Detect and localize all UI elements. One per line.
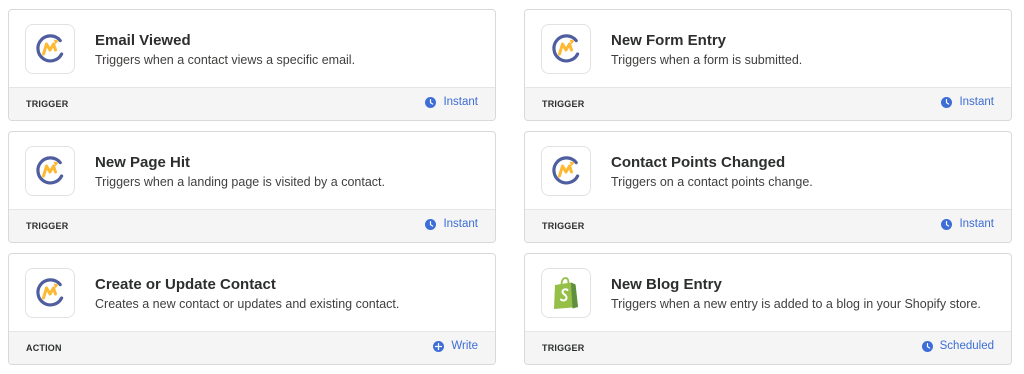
mautic-icon (25, 24, 75, 74)
card-type-label: ACTION (26, 343, 62, 353)
clock-icon (921, 340, 933, 352)
card-mode-label: Instant (443, 96, 478, 108)
card-footer: TRIGGER Instant (9, 87, 495, 120)
card-description: Triggers when a contact views a specific… (95, 53, 356, 67)
clock-icon (941, 218, 953, 230)
card-body: Contact Points Changed Triggers on a con… (525, 132, 1011, 211)
card-body: New Page Hit Triggers when a landing pag… (9, 132, 495, 211)
card-description: Creates a new contact or updates and exi… (95, 297, 400, 311)
card-title: Contact Points Changed (611, 154, 786, 171)
card-description: Triggers when a landing page is visited … (95, 175, 385, 189)
zap-cards-grid: Email Viewed Triggers when a contact vie… (0, 0, 1024, 374)
card-mode-label: Instant (443, 218, 478, 230)
card-title: New Blog Entry (611, 276, 722, 293)
card-mode-label: Instant (959, 218, 994, 230)
card-new-form-entry[interactable]: New Form Entry Triggers when a form is s… (524, 9, 1012, 121)
card-body: New Form Entry Triggers when a form is s… (525, 10, 1011, 89)
card-mode-label: Scheduled (939, 340, 994, 352)
card-type-label: TRIGGER (542, 343, 585, 353)
card-description: Triggers when a new entry is added to a … (611, 297, 981, 311)
card-type-label: TRIGGER (26, 221, 69, 231)
card-title: New Page Hit (95, 154, 191, 171)
card-contact-points-changed[interactable]: Contact Points Changed Triggers on a con… (524, 131, 1012, 243)
clock-icon (425, 218, 437, 230)
card-mode-label: Write (451, 340, 478, 352)
clock-icon (425, 96, 437, 108)
card-footer: TRIGGER Instant (9, 209, 495, 242)
card-description: Triggers on a contact points change. (611, 175, 813, 189)
mautic-icon (25, 268, 75, 318)
shopify-icon (541, 268, 591, 318)
card-type-label: TRIGGER (542, 99, 585, 109)
card-create-or-update-contact[interactable]: Create or Update Contact Creates a new c… (8, 253, 496, 365)
card-body: New Blog Entry Triggers when a new entry… (525, 254, 1011, 333)
card-mode: Instant (425, 218, 478, 230)
card-mode: Instant (941, 218, 994, 230)
card-mode-label: Instant (959, 96, 994, 108)
card-footer: TRIGGER Instant (525, 209, 1011, 242)
card-mode: Instant (425, 96, 478, 108)
write-icon (433, 340, 445, 352)
card-type-label: TRIGGER (26, 99, 69, 109)
clock-icon (941, 96, 953, 108)
card-title: Email Viewed (95, 32, 191, 49)
card-body: Email Viewed Triggers when a contact vie… (9, 10, 495, 89)
card-body: Create or Update Contact Creates a new c… (9, 254, 495, 333)
card-title: Create or Update Contact (95, 276, 276, 293)
card-description: Triggers when a form is submitted. (611, 53, 803, 67)
card-new-page-hit[interactable]: New Page Hit Triggers when a landing pag… (8, 131, 496, 243)
card-footer: TRIGGER Instant (525, 87, 1011, 120)
card-footer: TRIGGER Scheduled (525, 331, 1011, 364)
card-mode: Scheduled (921, 340, 994, 352)
mautic-icon (25, 146, 75, 196)
card-mode: Write (433, 340, 478, 352)
card-new-blog-entry[interactable]: New Blog Entry Triggers when a new entry… (524, 253, 1012, 365)
card-email-viewed[interactable]: Email Viewed Triggers when a contact vie… (8, 9, 496, 121)
card-type-label: TRIGGER (542, 221, 585, 231)
card-title: New Form Entry (611, 32, 727, 49)
mautic-icon (541, 24, 591, 74)
mautic-icon (541, 146, 591, 196)
card-mode: Instant (941, 96, 994, 108)
card-footer: ACTION Write (9, 331, 495, 364)
